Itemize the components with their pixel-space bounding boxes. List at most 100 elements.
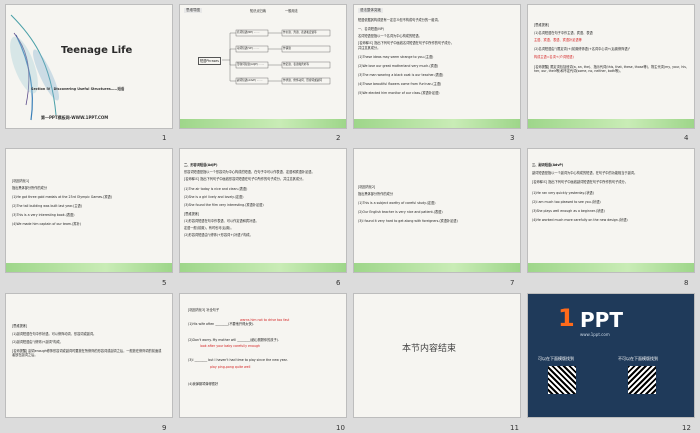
slide-number-1: 1 [162,134,167,142]
end-text: 本节内容结束 [402,344,457,354]
text-line: 指出黑体部分所作的成分 [358,192,394,196]
slide-number-7: 7 [510,279,515,287]
site-label: 第一PPT模板网-WWW.1PPT.COM [41,115,109,120]
text-line: (2)Our English teacher is very nice and … [358,210,443,214]
slide-thumbnail-9[interactable]: [思维提炼] (1)副词短语在句中作状语。可以修饰动词、形容词或副词。 (2)副… [6,294,172,417]
grass-band [6,263,172,272]
text-line: (1)名词短语在句子中作主语、宾语、表语 [534,31,593,35]
logo-number: 1 [558,304,575,332]
text-line: 并注意其成分。 [358,46,381,50]
text-line: (3)This is a very interesting book.(表语) [12,213,75,217]
slide-thumbnail-2[interactable]: 思维导图 知识点归纳 一般用法 短语Phrases 名词短语(NP) ·····… [180,5,346,128]
text-line: (1)形容词短语在句中作表语、可以作定语和宾补语。 [184,219,259,223]
text-line: (4)We made him captain of our team.(宾补) [12,222,81,226]
slide-thumbnail-3[interactable]: 语法整体突破 短语依据其构成是有一定意义但不构成句子成分的一组词。 一、名词短语… [354,5,520,128]
slide-title: Teenage Life [61,45,133,56]
slide-number-5: 5 [162,279,167,287]
text-line: 二、形容词短语(AdjP) [184,163,218,167]
text-line: [名师释义] 指出下列句子中画线形容词短语在句子中所作的句子成分，并注意其成分。 [184,177,306,181]
text-line: 一、名词短语(NP) [358,27,384,31]
text-line: (1)He ran very quickly yesterday.(状语) [532,191,594,195]
slide-subtitle: Section Ⅳ Discovering Useful Structures—… [31,87,125,91]
slide-number-12: 12 [682,424,691,432]
text-line: (2)形容词短语由"(修饰)+形容词+(补语)"构成。 [184,233,253,237]
text-line: (2)We love our great motherland very muc… [358,64,439,68]
slide-thumbnail-10[interactable]: [巩固内化3] 补全句子 (1)His wife often ________(… [180,294,346,417]
text-line: (2)Don't worry. My mother will ________(… [188,338,279,342]
mindmap-desc: 作主语、宾语、表语和定语等 [283,31,317,34]
text-line: [思维提炼] [184,212,200,216]
text-line: 主语、宾语、表语、宾语补足语等 [534,38,582,42]
logo-text: PPT [580,308,623,332]
text-line: [名师释义] 指出下列句子中画线副词短语在句子中所作的句子成分。 [532,180,628,184]
text-line: (5)We elected him monitor of our class.(… [358,91,440,95]
slide-number-11: 11 [510,424,519,432]
text-line: (2)The tall building was built last year… [12,204,82,208]
text-line: [巩固内化3] 补全句子 [188,308,220,312]
slide-thumbnail-6[interactable]: 二、形容词短语(AdjP) 形容词短语是指以一个形容词为中心构成的短语，在句子中… [180,149,346,272]
slide-header: 语法整体突破 [358,8,383,13]
text-line: (1)These ideas may seem strange to you.(… [358,55,434,59]
slide-number-8: 8 [684,279,689,287]
text-line: 指出黑体部分所作的成分 [12,186,48,190]
grass-band [354,119,520,128]
slide-thumbnail-8[interactable]: 三、副词短语(AdvP) 副词短语是指以一个副词为中心构成的短语，在句子中的功能… [528,149,694,272]
slide-number-3: 3 [510,134,515,142]
text-line: (3)The man wearing a black coat is our t… [358,73,444,77]
text-line: [思维提炼] [12,324,28,328]
grass-band [180,263,346,272]
slide-number-6: 6 [336,279,341,287]
slide-thumbnail-11[interactable]: 本节内容结束 [354,294,520,417]
mindmap-box: 副词短语(AdvP) ······· [237,79,263,82]
slide-number-4: 4 [684,134,689,142]
text-line: 副词短语是指以一个副词为中心构成的短语，在句子中的功能相当于副词。 [532,171,638,175]
cta-right: 不可以在下面模版找到 [618,356,658,361]
text-line: (3)I ________ but I haven't had time to … [188,358,288,362]
mindmap-box: 名词短语(NP) ······· [237,31,260,34]
feather-decoration [10,14,60,121]
qr-code-left [548,366,576,394]
text-line: (1)The air today is nice and clean.(表语) [184,187,248,191]
grass-band [528,119,694,128]
slide-thumbnail-5[interactable]: [巩固内化1] 指出黑体部分所作的成分 (1)He got three gold… [6,149,172,272]
slide-thumbnail-12[interactable]: 1 PPT www.1ppt.com 可以在下面模版找到 不可以在下面模版找到 [528,294,694,417]
qr-code-right [628,366,656,394]
answer-fill: play ping-pong quite well [210,365,251,369]
slide-number-2: 2 [336,134,341,142]
text-line: [巩固内化1] [12,179,30,183]
text-line: 短语依据其构成是有一定意义但不构成句子成分的一组词。 [358,18,441,22]
text-line: (1)This is a subject worthy of careful s… [358,201,436,205]
text-line: 定语一般(前置)，有时也可(后置)。 [184,226,234,230]
text-line: [思维提炼] [534,23,550,27]
text-line: (2)She is a girl lively and lovely.(定语) [184,195,244,199]
text-line: (3)She plays well enough as a beginner.(… [532,209,605,213]
text-line: (2)I am much too pleased to see you.(状语) [532,200,601,204]
mindmap-desc: 作谓语 [283,47,291,50]
answer-fill: look after your baby carefully enough [200,344,260,348]
text-line: (2)副词短语由"(修饰)+副词"构成。 [12,340,63,344]
text-line: [名师提醒] 副词enough修饰形容词或副词时要放在所修饰的形容词或副词之后，… [12,349,162,358]
text-line: (4)我弹钢琴弹得很好 [188,382,219,386]
text-line: (1)He got three gold medals at the 23rd … [12,195,112,199]
mindmap-desc: 作状语、修饰动词、形容词或副词 [283,79,322,82]
slide-thumbnail-1[interactable]: Teenage Life Section Ⅳ Discovering Usefu… [6,5,172,128]
text-line: [巩固内化2] [358,185,376,189]
slide-thumbnail-7[interactable]: [巩固内化2] 指出黑体部分所作的成分 (1)This is a subject… [354,149,520,272]
mindmap-box: 动词短语(VP) ······· [237,47,260,50]
slide-thumbnail-4[interactable]: [思维提炼] (1)名词短语在句子中作主语、宾语、表语 主语、宾语、表语、宾语补… [528,5,694,128]
text-line: 构成主语=名词+(介词短语) [534,55,574,59]
mindmap-box: 形容词短语(AdjP) ······· [237,63,265,66]
cta-left: 可以在下面模版找到 [538,356,574,361]
answer-fill: warns him not to drive too fast [240,318,290,322]
logo-site: www.1ppt.com [580,332,610,337]
grass-band [528,263,694,272]
text-line: 形容词短语是指以一个形容词为中心构成的短语，在句子中可以作表语、定语和宾语补足语… [184,170,315,174]
mindmap-desc: 作定语、表语和宾补等 [283,63,309,66]
text-line: (1)副词短语在句中作状语。可以修饰动词、形容词或副词。 [12,332,97,336]
text-line: (4)Those beautiful flowers come from Yun… [358,82,442,86]
text-line: (2)名词短语由"(限定词)+(前置修饰语)+名词中心词+(后置修饰语)" [534,47,631,51]
grass-band [180,119,346,128]
slide-number-10: 10 [336,424,345,432]
text-line: (3)She found the film very interesting.(… [184,203,264,207]
grass-band [354,263,520,272]
